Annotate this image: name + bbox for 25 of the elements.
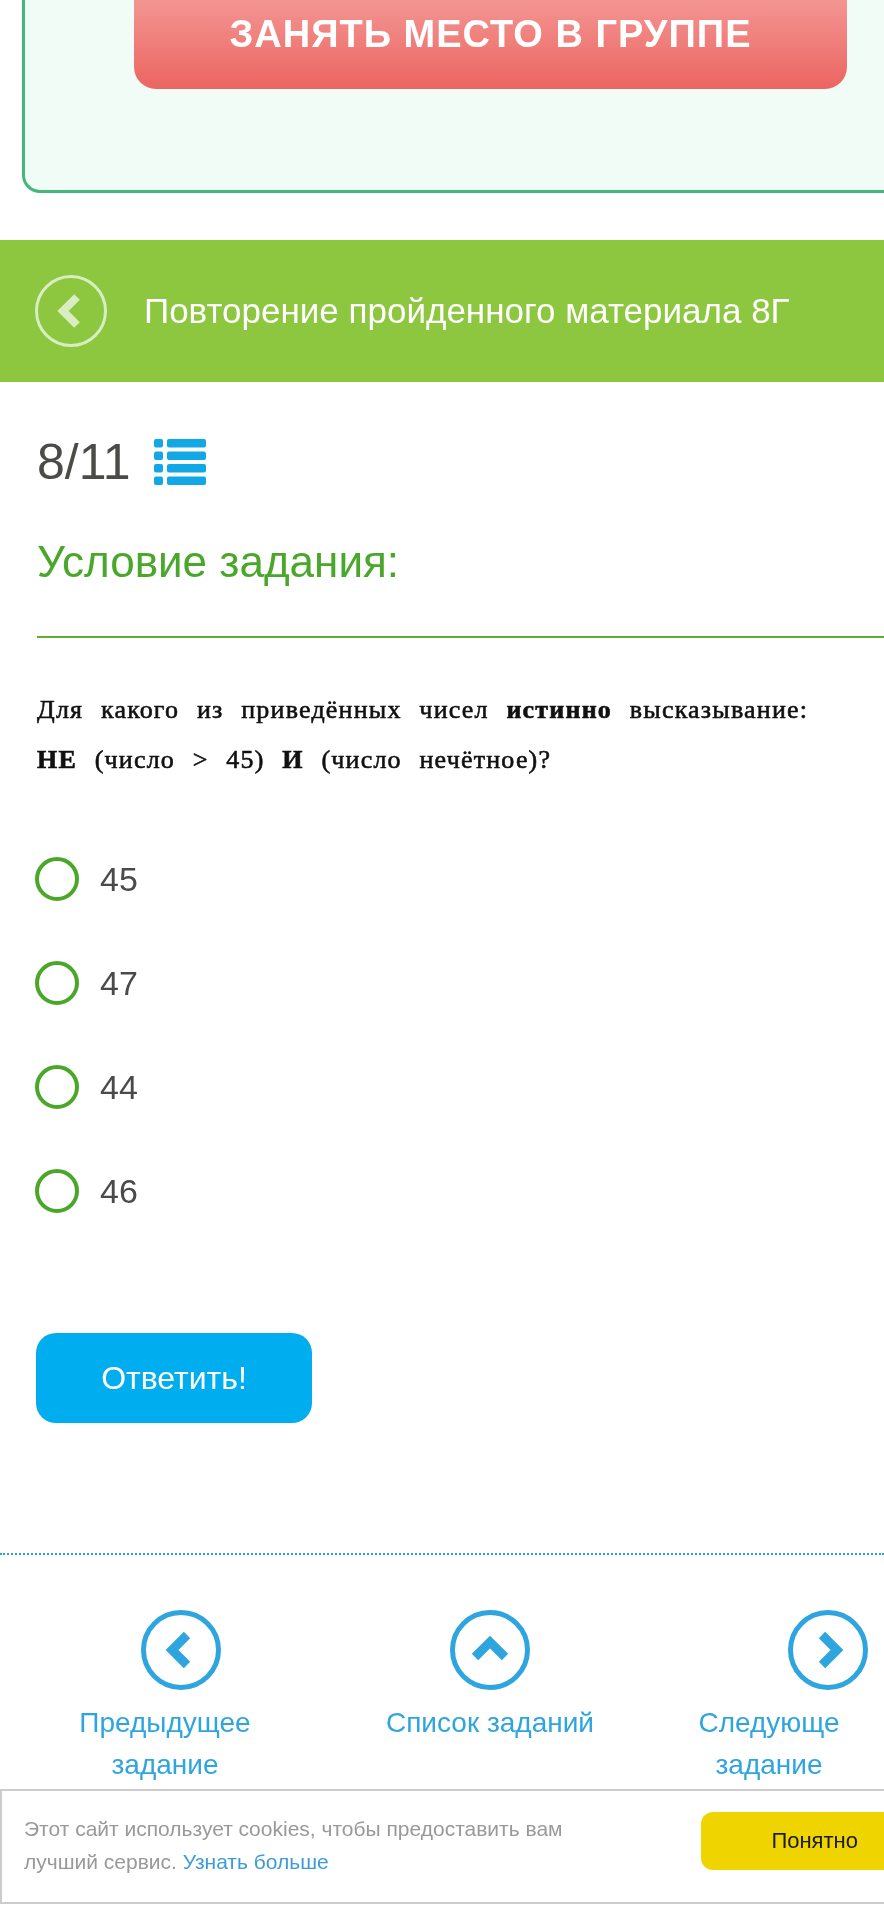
task-counter: 8/11 [37,433,131,492]
next-task-link[interactable]: Следующе задание [618,1610,884,1786]
learn-more-link[interactable]: Узнать больше [182,1850,329,1873]
list-icon[interactable] [153,439,206,485]
join-group-button[interactable]: ЗАНЯТЬ МЕСТО В ГРУППЕ [134,0,847,89]
task-list-link[interactable]: Список заданий [362,1610,618,1786]
back-icon[interactable] [35,275,107,347]
radio-icon[interactable] [35,961,79,1005]
accept-cookies-button[interactable]: Понятно [701,1812,884,1870]
submit-answer-button[interactable]: Ответить! [36,1333,312,1423]
chevron-left-icon [141,1610,221,1690]
cookie-notice-text: Этот сайт использует cookies, чтобы предоставить вам лучший сервис. Узнать больше [24,1816,564,1875]
answer-option[interactable]: 44 [35,1035,138,1139]
answer-option[interactable]: 46 [35,1139,138,1243]
radio-icon[interactable] [35,857,79,901]
radio-icon[interactable] [35,1065,79,1109]
chevron-right-icon [788,1610,868,1690]
chevron-up-icon [450,1610,530,1690]
answer-option[interactable]: 45 [35,827,138,931]
previous-task-link[interactable]: Предыдущее задание [0,1610,362,1786]
page-title: Повторение пройденного материала 8Г [144,291,790,331]
radio-icon[interactable] [35,1169,79,1213]
question-text: Для какого из приведённых чисел истинно высказывание: НЕ (число > 45) И (число нечётное)? [37,694,810,776]
task-heading: Условие задания: [37,532,884,638]
answer-option[interactable]: 47 [35,931,138,1035]
